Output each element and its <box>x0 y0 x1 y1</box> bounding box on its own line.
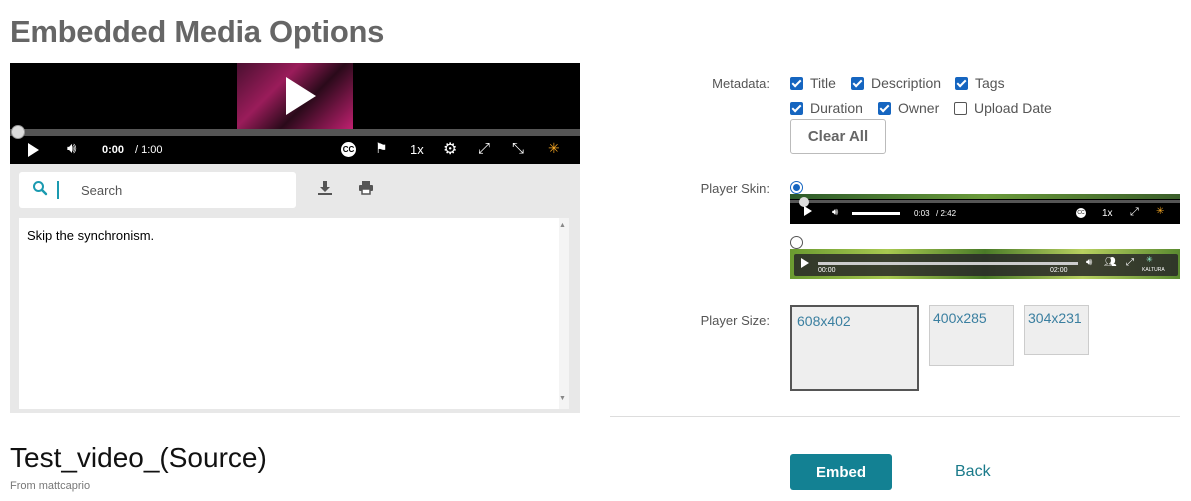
scroll-up-icon[interactable]: ▲ <box>559 222 566 229</box>
skin-1-kaltura-icon: ✳ <box>1156 206 1165 217</box>
skin-2-play-icon <box>801 258 809 268</box>
transcript-scrollbar[interactable]: ▲ ▼ <box>559 218 569 409</box>
skin-2-preview[interactable]: 00:00 02:00 🔊︎ 👥︎ ⤢ ✳ KALTURA <box>790 249 1180 279</box>
checkbox-label: Owner <box>898 100 940 116</box>
skin-2-scrubber <box>818 262 1078 265</box>
player-size-label: Player Size: <box>700 313 770 328</box>
checkbox-checked-icon[interactable] <box>851 76 864 90</box>
clear-all-button[interactable]: Clear All <box>790 119 886 154</box>
checkbox-label: Description <box>871 75 942 91</box>
section-divider <box>610 416 1180 417</box>
skin-1-volume-bar <box>852 212 900 215</box>
duration-time: / 1:00 <box>135 144 163 156</box>
size-option-label: 400x285 <box>933 310 987 326</box>
metadata-tags-checkbox[interactable]: Tags <box>955 75 1005 91</box>
size-option-608x402[interactable]: 608x402 <box>790 305 919 391</box>
video-owner: From mattcaprio <box>10 480 91 492</box>
skin-1-scrubber <box>790 200 1180 203</box>
scrubber-handle[interactable] <box>11 125 25 139</box>
skin-1-volume-icon: 🔊︎ <box>832 207 839 218</box>
skin-2-control-bar: 00:00 02:00 🔊︎ 👥︎ ⤢ ✳ KALTURA <box>794 254 1178 276</box>
size-option-400x285[interactable]: 400x285 <box>929 305 1014 366</box>
metadata-duration-checkbox[interactable]: Duration <box>790 100 863 116</box>
skin-1-thumbnail-strip <box>790 194 1180 199</box>
checkbox-unchecked-icon[interactable] <box>954 101 967 115</box>
skin-1-play-icon <box>804 206 812 216</box>
checkbox-checked-icon[interactable] <box>955 76 968 90</box>
playback-speed-button[interactable]: 1x <box>410 142 424 157</box>
skin-2-users-icon: 👥︎ <box>1104 257 1117 268</box>
metadata-owner-checkbox[interactable]: Owner <box>878 100 939 116</box>
download-icon[interactable] <box>317 180 333 201</box>
transcript-search-input[interactable] <box>79 178 279 202</box>
skin-1-speed: 1x <box>1102 208 1113 219</box>
flag-icon[interactable]: ⚑ <box>375 140 388 157</box>
transcript-text-area: Skip the synchronism. ▲ ▼ <box>19 218 569 409</box>
play-icon[interactable] <box>28 143 39 157</box>
print-icon[interactable] <box>358 180 374 199</box>
skin-2-volume-icon: 🔊︎ <box>1086 257 1093 268</box>
page-title: Embedded Media Options <box>10 14 385 49</box>
fullscreen-icon[interactable]: ⤢ <box>478 140 490 157</box>
size-option-label: 608x402 <box>797 313 851 329</box>
transcript-search-box <box>19 172 296 208</box>
metadata-upload-date-checkbox[interactable]: Upload Date <box>954 100 1052 116</box>
skin-1-preview[interactable]: 🔊︎ 0:03 / 2:42 CC 1x ⤢ ✳ <box>790 194 1180 224</box>
size-option-304x231[interactable]: 304x231 <box>1024 305 1089 355</box>
metadata-description-checkbox[interactable]: Description <box>851 75 941 91</box>
checkbox-checked-icon[interactable] <box>790 101 803 115</box>
skin-1-duration: / 2:42 <box>936 209 957 218</box>
scrubber-track[interactable] <box>10 129 580 136</box>
skin-1-fullscreen-icon: ⤢ <box>1130 206 1139 218</box>
expand-icon[interactable]: ⤡ <box>512 140 524 157</box>
player-skin-label: Player Skin: <box>700 181 770 196</box>
skin-2-fullscreen-icon: ⤢ <box>1126 257 1134 268</box>
skin-1-cc-icon: CC <box>1076 208 1086 218</box>
search-icon <box>32 180 48 201</box>
transcript-line[interactable]: Skip the synchronism. <box>27 228 154 243</box>
checkbox-label: Upload Date <box>974 100 1052 116</box>
metadata-label: Metadata: <box>712 76 770 91</box>
skin-2-radio[interactable] <box>790 236 803 249</box>
scroll-down-icon[interactable]: ▼ <box>559 395 566 402</box>
metadata-title-checkbox[interactable]: Title <box>790 75 836 91</box>
kaltura-logo-icon[interactable]: ✳ <box>548 140 560 157</box>
skin-2-start-time: 00:00 <box>818 267 836 274</box>
checkbox-label: Title <box>810 75 836 91</box>
back-link[interactable]: Back <box>955 463 991 481</box>
size-option-label: 304x231 <box>1028 310 1082 326</box>
search-cursor <box>57 181 59 199</box>
embed-button[interactable]: Embed <box>790 454 892 490</box>
checkbox-label: Tags <box>975 75 1005 91</box>
transcript-panel: Skip the synchronism. ▲ ▼ <box>10 164 580 413</box>
video-title: Test_video_(Source) <box>10 442 267 473</box>
skin-1-current-time: 0:03 <box>914 209 930 218</box>
big-play-icon[interactable] <box>286 77 316 115</box>
current-time: 0:00 <box>102 144 125 156</box>
checkbox-label: Duration <box>810 100 863 116</box>
closed-captions-icon[interactable]: CC <box>341 142 356 157</box>
video-player[interactable]: 🔊︎ 0:00 / 1:00 CC ⚑ 1x ⚙ ⤢ ⤡ ✳ <box>10 63 580 164</box>
checkbox-checked-icon[interactable] <box>790 76 803 90</box>
skin-2-brand: KALTURA <box>1142 267 1165 273</box>
volume-icon[interactable]: 🔊︎ <box>67 140 76 157</box>
skin-2-end-time: 02:00 <box>1050 267 1068 274</box>
checkbox-checked-icon[interactable] <box>878 101 891 115</box>
gear-icon[interactable]: ⚙ <box>443 139 457 159</box>
skin-1-radio[interactable] <box>790 181 803 194</box>
skin-2-kaltura-icon: ✳ <box>1146 255 1153 264</box>
